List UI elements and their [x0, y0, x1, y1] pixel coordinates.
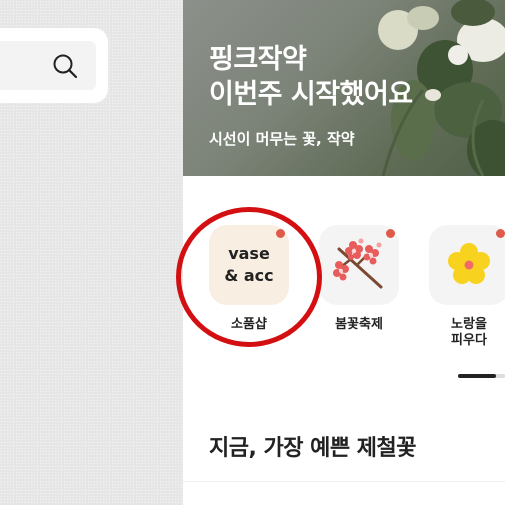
cherry-blossom-branch-icon	[333, 238, 383, 289]
category-row: vase & acc 소품샵 봄꽃축제 노랑을 피우다	[183, 225, 505, 355]
vase-text-line2: & acc	[224, 266, 274, 285]
category-item-yellow[interactable]: 노랑을 피우다	[427, 225, 505, 349]
yellow-flower-icon	[448, 243, 490, 284]
category-item-spring-festival[interactable]: 봄꽃축제	[317, 225, 401, 333]
banner-title-line2: 이번주 시작했어요	[209, 79, 413, 110]
section-title: 지금, 가장 예쁜 제철꽃	[209, 436, 417, 461]
category-label: 소품샵	[231, 317, 267, 332]
category-scrollbar[interactable]	[458, 374, 505, 378]
banner-title-line1: 핑크작약	[209, 44, 307, 75]
notification-dot	[276, 229, 285, 238]
search-icon[interactable]	[52, 53, 78, 79]
category-label-line2: 피우다	[451, 333, 487, 348]
category-item-shop[interactable]: vase & acc 소품샵	[207, 225, 291, 333]
vase-acc-text: vase & acc	[209, 243, 289, 287]
notification-dot	[496, 229, 505, 238]
category-tile-yellow[interactable]	[429, 225, 505, 305]
search-card	[0, 28, 108, 103]
search-input[interactable]	[0, 41, 96, 90]
banner-title: 핑크작약 이번주 시작했어요	[209, 42, 413, 112]
promo-banner[interactable]: 핑크작약 이번주 시작했어요 시선이 머무는 꽃, 작약	[183, 0, 505, 176]
category-label: 봄꽃축제	[335, 317, 383, 332]
category-tile-spring-festival[interactable]	[319, 225, 399, 305]
vase-text-line1: vase	[228, 244, 270, 263]
main-panel: 핑크작약 이번주 시작했어요 시선이 머무는 꽃, 작약 vase & acc …	[183, 0, 505, 505]
divider	[183, 481, 505, 482]
scrollbar-thumb[interactable]	[458, 374, 496, 378]
category-label: 노랑을 피우다	[427, 317, 505, 349]
banner-subtitle: 시선이 머무는 꽃, 작약	[209, 130, 355, 148]
category-tile-shop[interactable]: vase & acc	[209, 225, 289, 305]
notification-dot	[386, 229, 395, 238]
category-label-line1: 노랑을	[451, 317, 487, 332]
